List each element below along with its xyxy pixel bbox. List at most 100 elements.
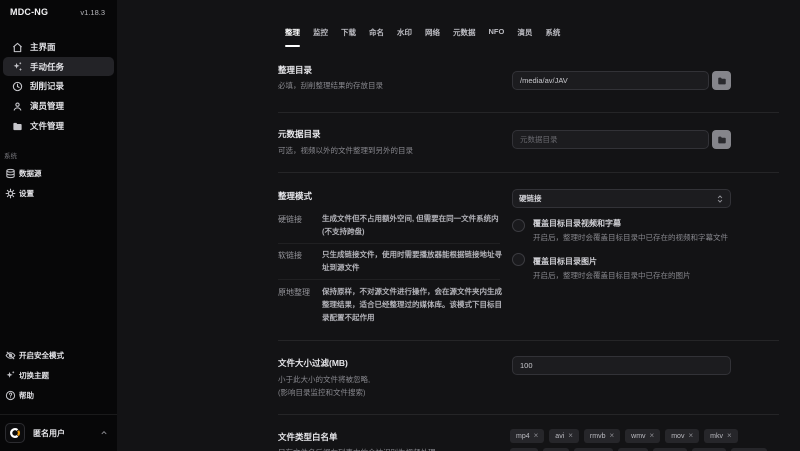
- sidebar-item-scrape-history[interactable]: 刮削记录: [0, 76, 117, 96]
- folder-icon: [717, 76, 727, 86]
- close-icon[interactable]: ×: [650, 432, 655, 440]
- close-icon[interactable]: ×: [609, 432, 614, 440]
- chip-label: mov: [671, 433, 684, 440]
- chip-mp4[interactable]: mp4×: [510, 429, 544, 443]
- type-whitelist-desc: 只有文件名后缀在列表中的会被识别为视频处理: [278, 447, 436, 451]
- mode-term-inplace: 原地整理: [278, 287, 310, 298]
- divider: [278, 340, 779, 341]
- sidebar-item-label: 数据源: [19, 168, 42, 179]
- folder-icon: [717, 135, 727, 145]
- tab-actor[interactable]: 演员: [517, 27, 532, 38]
- size-filter-desc-line2: (影响目录监控和文件搜索): [278, 387, 366, 398]
- sidebar-footer-nav: 开启安全模式 切换主题 帮助: [0, 345, 117, 405]
- organize-dir-input[interactable]: [512, 71, 709, 90]
- tab-nfo[interactable]: NFO: [489, 27, 505, 38]
- organize-dir-desc: 必填，刮削整理结果的存放目录: [278, 80, 383, 91]
- tab-monitor[interactable]: 监控: [313, 27, 328, 38]
- sidebar-item-label: 开启安全模式: [19, 350, 64, 361]
- chip-mov[interactable]: mov ×: [665, 429, 699, 443]
- metadata-dir-browse-button[interactable]: [712, 130, 731, 149]
- sidebar-item-label: 刮削记录: [30, 80, 64, 92]
- sparkles-icon: [4, 369, 16, 381]
- app-brand: MDC-NG v1.18.3: [10, 7, 105, 17]
- organize-dir-label: 整理目录: [278, 64, 312, 76]
- sidebar: MDC-NG v1.18.3 主界面 手动任务 刮削记录 演员管理: [0, 0, 117, 451]
- overwrite-video-subtitle-label: 覆盖目标目录视频和字幕: [533, 218, 621, 229]
- mode-term-symlink: 软链接: [278, 250, 302, 261]
- organize-mode-select[interactable]: 硬链接: [512, 189, 731, 208]
- user-name: 匿名用户: [33, 428, 65, 439]
- overwrite-video-subtitle-toggle[interactable]: [512, 219, 525, 232]
- divider: [278, 414, 779, 415]
- close-icon[interactable]: ×: [568, 432, 573, 440]
- eye-off-icon: [4, 349, 16, 361]
- chevron-up-icon: [100, 429, 108, 437]
- metadata-dir-desc: 可选，视频以外的文件整理到另外的目录: [278, 145, 413, 156]
- overwrite-images-label: 覆盖目标目录图片: [533, 256, 597, 267]
- tab-metadata[interactable]: 元数据: [453, 27, 476, 38]
- tab-download[interactable]: 下载: [341, 27, 356, 38]
- home-icon: [11, 41, 23, 53]
- overwrite-images-toggle[interactable]: [512, 253, 525, 266]
- type-whitelist-chips-row1: mp4× avi× rmvb× wmv× mov× mkv×: [510, 429, 738, 443]
- close-icon[interactable]: ×: [534, 432, 539, 440]
- organize-mode-label: 整理模式: [278, 190, 312, 202]
- size-filter-desc-line1: 小于此大小的文件将被忽略,: [278, 374, 370, 385]
- mode-definition-inplace: 保持原样，不对源文件进行操作，会在源文件夹内生成整理结果，适合已经整理过的媒体库…: [322, 285, 504, 324]
- sidebar-item-label: 文件管理: [30, 120, 64, 132]
- chevron-up-down-icon: [716, 194, 724, 204]
- sidebar-item-actor-management[interactable]: 演员管理: [0, 96, 117, 116]
- database-icon: [4, 167, 16, 179]
- chip-label: wmv: [631, 433, 645, 440]
- app-title: MDC-NG: [10, 7, 48, 17]
- sidebar-item-help[interactable]: 帮助: [0, 385, 117, 405]
- organize-mode-selected-value: 硬链接: [519, 193, 542, 204]
- sidebar-item-label: 手动任务: [30, 61, 64, 73]
- overwrite-video-subtitle-desc: 开启后，整理时会覆盖目标目录中已存在的视频和字幕文件: [533, 232, 728, 243]
- sidebar-item-data-source[interactable]: 数据源: [0, 163, 117, 183]
- chip-avi[interactable]: avi ×: [549, 429, 579, 443]
- divider: [278, 243, 500, 244]
- metadata-dir-input[interactable]: [512, 130, 709, 149]
- sidebar-item-file-management[interactable]: 文件管理: [0, 116, 117, 136]
- close-icon[interactable]: ×: [688, 432, 693, 440]
- app-version: v1.18.3: [80, 8, 105, 17]
- user-avatar: [5, 423, 25, 443]
- sidebar-system-nav: 数据源 设置: [0, 163, 117, 203]
- size-filter-input[interactable]: [512, 356, 731, 375]
- tab-watermark[interactable]: 水印: [397, 27, 412, 38]
- sidebar-item-safe-mode[interactable]: 开启安全模式: [0, 345, 117, 365]
- sidebar-item-home[interactable]: 主界面: [0, 37, 117, 57]
- tab-naming[interactable]: 命名: [369, 27, 384, 38]
- mode-definition-hardlink: 生成文件但不占用额外空间, 但需要在同一文件系统内 (不支持跨盘): [322, 212, 504, 238]
- sidebar-item-settings[interactable]: 设置: [0, 183, 117, 203]
- help-icon: [4, 389, 16, 401]
- metadata-dir-label: 元数据目录: [278, 128, 321, 140]
- chip-label: mkv: [710, 433, 723, 440]
- tab-system[interactable]: 系统: [545, 27, 560, 38]
- chip-wmv[interactable]: wmv ×: [625, 429, 660, 443]
- close-icon[interactable]: ×: [727, 432, 732, 440]
- folder-icon: [11, 120, 23, 132]
- size-filter-label: 文件大小过滤(MB): [278, 357, 348, 369]
- sidebar-item-switch-theme[interactable]: 切换主题: [0, 365, 117, 385]
- settings-tabs: 整理 监控 下载 命名 水印 网络 元数据 NFO 演员 系统: [285, 27, 560, 38]
- sidebar-item-label: 帮助: [19, 390, 34, 401]
- type-whitelist-label: 文件类型白名单: [278, 431, 338, 443]
- tab-organize[interactable]: 整理: [285, 27, 300, 38]
- chip-label: rmvb: [590, 433, 606, 440]
- chip-label: avi: [555, 433, 564, 440]
- chip-rmvb[interactable]: rmvb×: [584, 429, 620, 443]
- person-icon: [11, 100, 23, 112]
- user-menu[interactable]: 匿名用户: [0, 414, 117, 451]
- divider: [278, 112, 779, 113]
- chip-mkv[interactable]: mkv ×: [704, 429, 738, 443]
- history-clock-icon: [11, 80, 23, 92]
- sidebar-item-manual-task[interactable]: 手动任务: [3, 57, 114, 76]
- sidebar-main-nav: 主界面 手动任务 刮削记录 演员管理 文件管理: [0, 37, 117, 136]
- gear-icon: [4, 187, 16, 199]
- divider: [278, 172, 779, 173]
- mode-definition-symlink: 只生成链接文件，使用时需要播放器能根据链接地址寻址到源文件: [322, 248, 504, 274]
- tab-network[interactable]: 网络: [425, 27, 440, 38]
- organize-dir-browse-button[interactable]: [712, 71, 731, 90]
